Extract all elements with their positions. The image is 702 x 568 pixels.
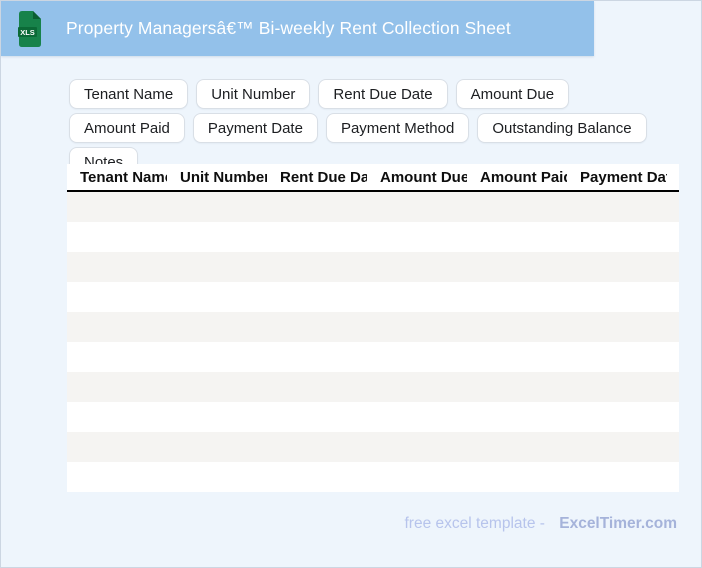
column-header: Tenant Name <box>80 168 167 186</box>
xls-file-icon: XLS <box>18 10 42 48</box>
field-chip[interactable]: Amount Paid <box>69 113 185 143</box>
table-body <box>67 192 679 492</box>
footer-credit: free excel template - ExcelTimer.com <box>404 515 677 533</box>
table-row[interactable] <box>67 252 679 282</box>
table-row[interactable] <box>67 312 679 342</box>
table-header-row: Tenant Name Unit Number Rent Due Date Am… <box>67 164 679 192</box>
column-header: Unit Number <box>180 168 267 186</box>
column-header: Rent Due Date <box>280 168 367 186</box>
table-row[interactable] <box>67 372 679 402</box>
page: XLS Property Managersâ€™ Bi-weekly Rent … <box>0 0 702 568</box>
table-row[interactable] <box>67 222 679 252</box>
field-chip[interactable]: Payment Date <box>192 113 318 143</box>
field-chip-list: Tenant Name Unit Number Rent Due Date Am… <box>69 79 647 177</box>
table-row[interactable] <box>67 402 679 432</box>
table-row[interactable] <box>67 342 679 372</box>
xls-icon-label: XLS <box>20 27 35 36</box>
column-header: Payment Date <box>580 168 667 186</box>
footer-text: free excel template - <box>404 515 545 532</box>
table-row[interactable] <box>67 282 679 312</box>
table-row[interactable] <box>67 192 679 222</box>
footer-brand-link[interactable]: ExcelTimer.com <box>559 515 677 532</box>
field-chip[interactable]: Amount Due <box>455 79 570 109</box>
title-bar: XLS Property Managersâ€™ Bi-weekly Rent … <box>1 1 594 56</box>
field-chip[interactable]: Unit Number <box>196 79 311 109</box>
column-header: Amount Due <box>380 168 467 186</box>
rent-collection-table: Tenant Name Unit Number Rent Due Date Am… <box>67 164 679 492</box>
page-title: Property Managersâ€™ Bi-weekly Rent Coll… <box>66 18 511 38</box>
column-header: Amount Paid <box>480 168 567 186</box>
table-row[interactable] <box>67 432 679 462</box>
field-chip[interactable]: Rent Due Date <box>318 79 448 109</box>
table-row[interactable] <box>67 462 679 492</box>
field-chip[interactable]: Tenant Name <box>69 79 189 109</box>
field-chip[interactable]: Outstanding Balance <box>477 113 647 143</box>
field-chip[interactable]: Payment Method <box>325 113 470 143</box>
